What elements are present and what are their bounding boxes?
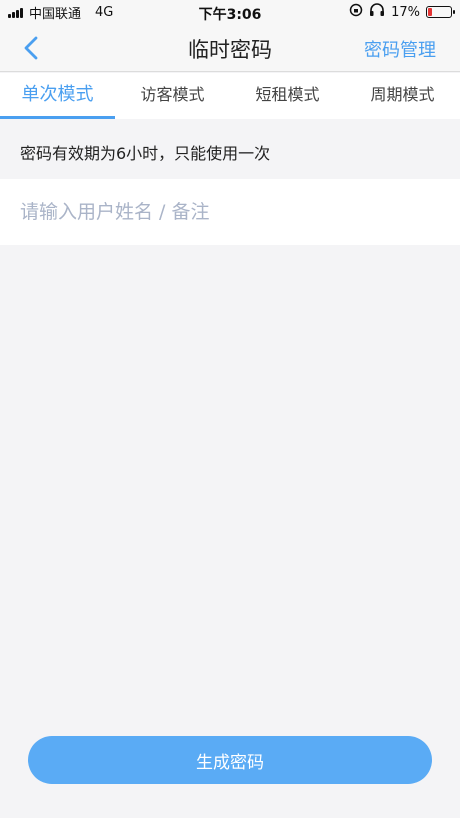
status-bar: 中国联通 4G 下午3:06 17% bbox=[0, 0, 460, 24]
battery-fill bbox=[428, 8, 432, 16]
password-management-link[interactable]: 密码管理 bbox=[364, 36, 436, 62]
headphones-icon bbox=[369, 3, 385, 21]
battery-percent: 17% bbox=[391, 4, 420, 20]
tab-single-mode[interactable]: 单次模式 bbox=[0, 73, 115, 119]
name-input-row bbox=[0, 179, 460, 245]
mode-tabs: 单次模式 访客模式 短租模式 周期模式 bbox=[0, 73, 460, 119]
tab-visitor-mode[interactable]: 访客模式 bbox=[115, 73, 230, 119]
rotation-lock-icon bbox=[349, 3, 363, 21]
generate-password-button[interactable]: 生成密码 bbox=[28, 736, 432, 784]
status-right: 17% bbox=[349, 0, 455, 24]
battery-icon bbox=[426, 6, 455, 18]
validity-hint: 密码有效期为6小时，只能使用一次 bbox=[20, 144, 271, 163]
tab-periodic-mode[interactable]: 周期模式 bbox=[345, 73, 460, 119]
name-input[interactable] bbox=[0, 179, 460, 245]
tab-short-rent-mode[interactable]: 短租模式 bbox=[230, 73, 345, 119]
nav-bar: 临时密码 密码管理 bbox=[0, 24, 460, 72]
